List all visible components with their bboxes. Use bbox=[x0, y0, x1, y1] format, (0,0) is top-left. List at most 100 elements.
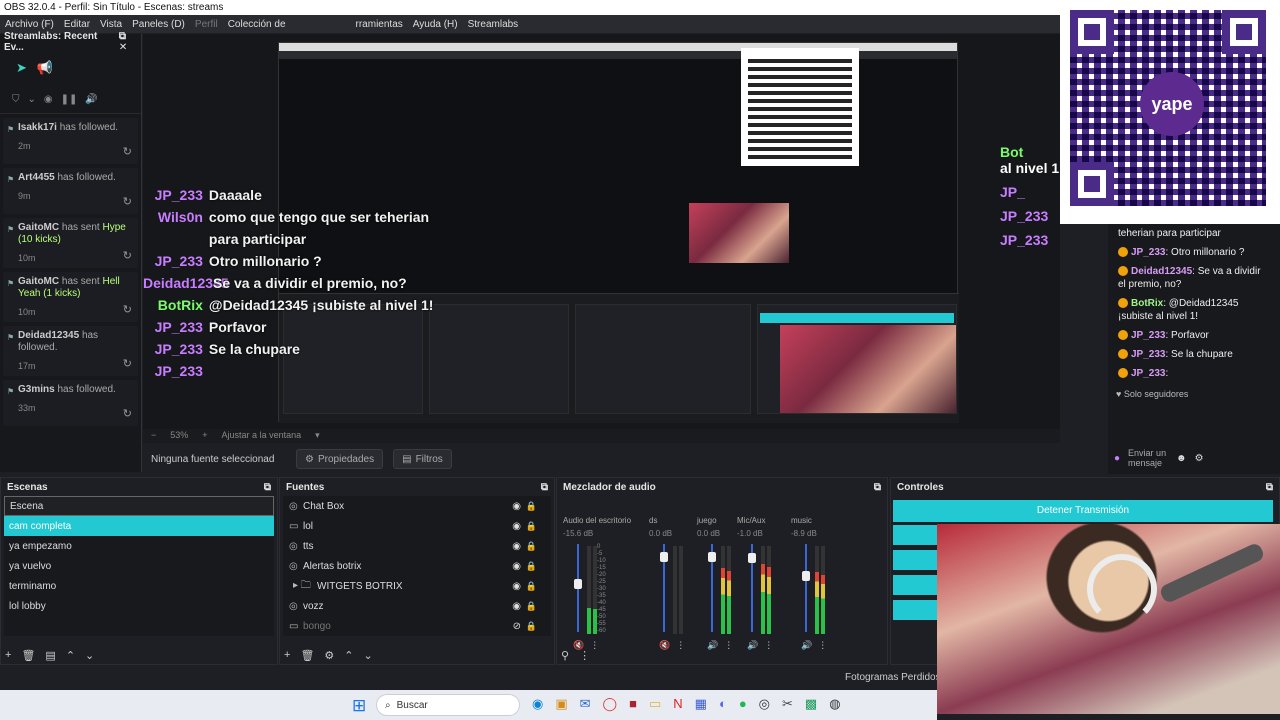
source-item[interactable]: ◎ tts ◉ 🔒 bbox=[283, 536, 551, 556]
opera-icon[interactable]: ◯ bbox=[603, 696, 618, 712]
dock-close-icon[interactable]: ⧉ ✕ bbox=[119, 31, 137, 53]
megaphone-icon[interactable]: 📢 bbox=[37, 60, 53, 76]
chevron-down-icon[interactable]: ▾ bbox=[315, 430, 320, 442]
filter-icon[interactable]: ▤ bbox=[45, 649, 55, 662]
source-item[interactable]: ▸ 🗀 WITGETS BOTRIX ◉ 🔒 bbox=[283, 576, 551, 596]
edge-icon[interactable]: ◉ bbox=[532, 696, 543, 712]
virtual-camera-button[interactable] bbox=[893, 550, 937, 570]
arrow-down-icon[interactable]: ⌄ bbox=[85, 649, 94, 662]
trash-icon[interactable]: 🗑 bbox=[300, 649, 314, 662]
replay-icon[interactable]: ↻ bbox=[123, 196, 132, 208]
arrow-down-icon[interactable]: ⌄ bbox=[364, 649, 373, 662]
chevron-down-icon[interactable]: ⌄ bbox=[28, 94, 36, 105]
scene-item[interactable]: ya vuelvo bbox=[4, 556, 274, 576]
replay-icon[interactable]: ↻ bbox=[123, 408, 132, 420]
properties-button[interactable]: ⚙ Propiedades bbox=[296, 449, 384, 469]
source-item[interactable]: ▭ bongo ⊘ 🔒 bbox=[283, 616, 551, 636]
lock-icon[interactable]: 🔒 bbox=[526, 601, 537, 612]
slider-handle[interactable] bbox=[708, 551, 716, 562]
menu-paneles[interactable]: Paneles (D) bbox=[132, 19, 185, 30]
dock-float-icon[interactable]: ⧉ bbox=[874, 482, 881, 493]
menu-coleccion[interactable]: Colección de bbox=[228, 19, 286, 30]
visibility-eye-icon[interactable]: ◉ bbox=[512, 601, 521, 612]
add-icon[interactable]: + bbox=[5, 649, 11, 662]
slider-handle[interactable] bbox=[574, 579, 582, 590]
zoom-out-icon[interactable]: − bbox=[151, 430, 156, 442]
visibility-eye-icon[interactable]: ◉ bbox=[512, 521, 521, 532]
visibility-eye-icon[interactable]: ◉ bbox=[512, 541, 521, 552]
windows-start-icon[interactable]: ⊞ bbox=[352, 696, 366, 716]
slider-handle[interactable] bbox=[660, 551, 668, 562]
obs-icon[interactable]: ◎ bbox=[759, 696, 770, 712]
taskbar-search[interactable]: ⌕ Buscar bbox=[376, 694, 520, 716]
capcut-icon[interactable]: ✂ bbox=[782, 696, 793, 712]
stop-stream-button[interactable]: Detener Transmisión bbox=[893, 500, 1273, 522]
replay-icon[interactable]: ↻ bbox=[123, 250, 132, 262]
more-icon[interactable]: ⋮ bbox=[579, 649, 590, 662]
shield-icon[interactable]: ⛉ bbox=[12, 94, 20, 105]
lock-icon[interactable]: 🔒 bbox=[526, 581, 537, 592]
zoom-in-icon[interactable]: + bbox=[202, 430, 207, 442]
emote-icon[interactable]: ☻ bbox=[1176, 453, 1187, 464]
fit-window-dropdown[interactable]: Ajustar a la ventana bbox=[222, 430, 302, 442]
slider-handle[interactable] bbox=[748, 553, 756, 564]
scene-item[interactable]: terminamo bbox=[4, 576, 274, 596]
volume-icon[interactable]: 🔊 bbox=[85, 94, 97, 105]
source-item[interactable]: ◎ Chat Box ◉ 🔒 bbox=[283, 496, 551, 516]
preview-canvas[interactable]: JP_233 Daaaale Wils0n como que tengo que … bbox=[143, 34, 1060, 429]
store-icon[interactable]: ▣ bbox=[555, 696, 567, 712]
gear-icon[interactable]: ⚙ bbox=[324, 649, 334, 662]
visibility-eye-icon[interactable]: ◉ bbox=[512, 501, 521, 512]
scene-item[interactable]: ya empezamo bbox=[4, 536, 274, 556]
muted-speaker-icon[interactable]: 🔇 bbox=[659, 640, 670, 651]
visibility-eye-icon[interactable]: ⊘ bbox=[513, 621, 521, 632]
speaker-icon[interactable]: 🔊 bbox=[707, 640, 718, 651]
outlook-icon[interactable]: ✉ bbox=[580, 696, 591, 712]
pause-icon[interactable]: ❚❚ bbox=[61, 94, 78, 105]
apps-icon[interactable]: ▦ bbox=[695, 696, 707, 712]
scene-item[interactable]: Escena bbox=[4, 496, 274, 516]
dock-float-icon[interactable]: ⧉ bbox=[264, 482, 271, 493]
trash-icon[interactable]: 🗑 bbox=[21, 649, 35, 662]
lock-icon[interactable]: 🔒 bbox=[526, 621, 537, 632]
menu-perfil[interactable]: Perfil bbox=[195, 19, 218, 30]
more-icon[interactable]: ⋮ bbox=[676, 640, 685, 651]
volume-slider[interactable] bbox=[660, 544, 668, 632]
slider-handle[interactable] bbox=[802, 571, 810, 582]
settings-icon[interactable]: ⚙ bbox=[1195, 453, 1204, 464]
menu-editar[interactable]: Editar bbox=[64, 19, 90, 30]
menu-herramientas[interactable]: rramientas bbox=[356, 19, 403, 30]
add-icon[interactable]: + bbox=[284, 649, 290, 662]
start-recording-button[interactable] bbox=[893, 525, 937, 545]
app-icon[interactable]: ■ bbox=[629, 696, 637, 712]
more-icon[interactable]: ⋮ bbox=[724, 640, 733, 651]
replay-icon[interactable]: ↻ bbox=[123, 358, 132, 370]
volume-slider[interactable] bbox=[748, 544, 756, 632]
volume-slider[interactable] bbox=[802, 544, 810, 632]
menu-vista[interactable]: Vista bbox=[100, 19, 122, 30]
source-item[interactable]: ◎ vozz ◉ 🔒 bbox=[283, 596, 551, 616]
menu-archivo[interactable]: Archivo (F) bbox=[5, 19, 54, 30]
source-item[interactable]: ▭ lol ◉ 🔒 bbox=[283, 516, 551, 536]
scene-item[interactable]: lol lobby bbox=[4, 596, 274, 616]
volume-slider[interactable] bbox=[708, 544, 716, 632]
menu-ayuda[interactable]: Ayuda (H) bbox=[413, 19, 458, 30]
speaker-icon[interactable]: 🔊 bbox=[747, 640, 758, 651]
folder-icon[interactable]: ▭ bbox=[649, 696, 661, 712]
more-icon[interactable]: ⋮ bbox=[590, 640, 599, 651]
filters-button[interactable]: ▤ Filtros bbox=[393, 449, 452, 469]
volume-slider[interactable] bbox=[574, 544, 582, 632]
dock-float-icon[interactable]: ⧉ bbox=[541, 482, 548, 493]
speaker-icon[interactable]: 🔊 bbox=[801, 640, 812, 651]
eye-icon[interactable]: ◉ bbox=[44, 94, 53, 105]
settings-button[interactable] bbox=[893, 600, 937, 620]
visibility-eye-icon[interactable]: ◉ bbox=[512, 581, 521, 592]
lock-icon[interactable]: 🔒 bbox=[526, 501, 537, 512]
arrow-up-icon[interactable]: ⌃ bbox=[344, 649, 353, 662]
arrow-up-icon[interactable]: ⌃ bbox=[66, 649, 75, 662]
dock-float-icon[interactable]: ⧉ bbox=[1266, 482, 1273, 493]
lock-icon[interactable]: 🔒 bbox=[526, 561, 537, 572]
visibility-eye-icon[interactable]: ◉ bbox=[512, 561, 521, 572]
mic-icon[interactable]: ● bbox=[1114, 453, 1120, 464]
studio-mode-button[interactable] bbox=[893, 575, 937, 595]
